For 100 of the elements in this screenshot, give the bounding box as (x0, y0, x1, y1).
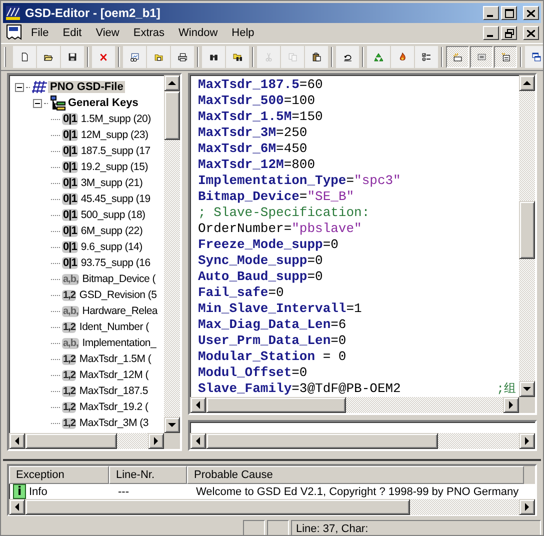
tree-item[interactable]: MaxTsdr_12M ( (78, 369, 150, 381)
window-title: GSD-Editor - [oem2_b1] (25, 6, 162, 20)
scroll-right-button[interactable] (519, 433, 535, 449)
triangle-left-icon (195, 401, 201, 409)
string-value: "pbslave" (292, 221, 362, 237)
column-header[interactable]: Line-Nr. (109, 466, 187, 484)
undo-icon (344, 54, 352, 62)
column-header[interactable]: Exception (9, 466, 109, 484)
scroll-thumb[interactable] (519, 201, 535, 260)
close-button[interactable] (523, 6, 539, 20)
type-badge: 1,2 (62, 354, 76, 364)
menu-item[interactable]: Help (226, 25, 260, 41)
tree-item[interactable]: 12M_supp (23) (80, 129, 150, 141)
code-comment: ;组 (496, 381, 517, 397)
close-button[interactable] (523, 26, 539, 40)
code-text: =6 (330, 317, 346, 333)
tree-item[interactable]: MaxTsdr_1.5M ( (78, 353, 152, 365)
grid-icon (32, 80, 48, 94)
tree-item[interactable]: Hardware_Relea (81, 305, 159, 317)
scroll-down-button[interactable] (164, 417, 180, 433)
code-text: = (346, 173, 354, 189)
maximize-button[interactable] (501, 6, 517, 20)
toolbar-button[interactable] (226, 46, 249, 68)
minimize-button[interactable] (483, 26, 499, 40)
tree-item[interactable]: 45.45_supp (19 (80, 193, 152, 205)
scroll-thumb[interactable] (206, 397, 346, 413)
code-text: = 0 (322, 349, 346, 365)
key-name: MaxTsdr_500 (198, 93, 284, 109)
minimize-button[interactable] (483, 6, 499, 20)
toolbar-button[interactable] (525, 46, 543, 68)
scroll-up-button[interactable] (519, 75, 535, 91)
toolbar-button[interactable] (305, 46, 328, 68)
menu-item[interactable]: Window (172, 25, 224, 41)
tree-item[interactable]: 6M_supp (22) (80, 225, 144, 237)
tree-item[interactable]: 93.75_supp (16 (80, 257, 152, 269)
toolbar-button[interactable] (13, 46, 36, 68)
toolbar-button[interactable] (37, 46, 60, 68)
menu-item[interactable]: View (90, 25, 126, 41)
scroll-right-button[interactable] (503, 397, 519, 413)
scroll-down-button[interactable] (519, 381, 535, 397)
type-badge: 0|1 (62, 257, 78, 269)
scroll-up-button[interactable] (164, 75, 180, 91)
triangle-right-icon (524, 503, 530, 511)
tree-item[interactable]: 3M_supp (21) (80, 177, 144, 189)
code-text: =60 (299, 77, 323, 93)
toolbar-button[interactable] (61, 46, 84, 68)
scroll-thumb[interactable] (25, 499, 410, 515)
tree-item[interactable]: MaxTsdr_19.2 ( (78, 401, 150, 413)
restore-button[interactable] (501, 26, 517, 40)
scroll-right-button[interactable] (519, 499, 535, 515)
printer-icon (178, 53, 187, 62)
scroll-left-button[interactable] (190, 397, 206, 413)
type-badge: 1,2 (62, 418, 76, 428)
scroll-left-button[interactable] (190, 433, 206, 449)
code-text: =0 (307, 269, 323, 285)
tree-item[interactable]: 19.2_supp (15) (80, 161, 149, 173)
tree-item[interactable]: Ident_Number ( (78, 321, 150, 333)
tree-item[interactable]: MaxTsdr_3M (3 (78, 417, 150, 429)
scroll-left-button[interactable] (9, 499, 25, 515)
toolbar-button[interactable] (336, 46, 359, 68)
table-cell-text: Info (29, 486, 48, 498)
key-name: Modular_Station (198, 349, 316, 365)
tree-item[interactable]: GSD_Revision (5 (78, 289, 158, 301)
tree-item[interactable]: Implementation_ (81, 337, 158, 349)
tree-item[interactable]: Bitmap_Device ( (81, 273, 157, 285)
toolbar-button[interactable] (171, 46, 194, 68)
collapse-icon[interactable] (33, 98, 42, 108)
toolbar-button[interactable] (202, 46, 225, 68)
menu-item[interactable]: File (25, 25, 55, 41)
scroll-right-button[interactable] (148, 433, 164, 449)
scroll-thumb[interactable] (25, 433, 118, 449)
toolbar-button[interactable] (123, 46, 146, 68)
tree-item[interactable]: 187.5_supp (17 (80, 145, 152, 157)
tree-item[interactable]: 500_supp (18) (80, 209, 146, 221)
type-badge: 1,2 (62, 290, 76, 300)
key-name: Bitmap_Device (198, 189, 300, 205)
delete-icon (100, 53, 108, 62)
tree-item[interactable]: PNO GSD-File (48, 81, 126, 93)
type-badge: a,b, (62, 338, 80, 348)
type-badge: 0|1 (62, 177, 78, 189)
code-text: =100 (284, 93, 316, 109)
scroll-thumb[interactable] (164, 91, 180, 140)
menu-item[interactable]: Edit (56, 25, 88, 41)
menu-item[interactable]: Extras (127, 25, 171, 41)
toolbar-button[interactable] (494, 46, 517, 68)
toolbar-button[interactable] (415, 46, 438, 68)
tree-item[interactable]: 9.6_supp (14) (80, 241, 144, 253)
flame-icon (400, 52, 406, 60)
tree-item[interactable]: 1.5M_supp (20) (80, 113, 152, 125)
collapse-icon[interactable] (15, 82, 24, 92)
code-text: =800 (284, 157, 316, 173)
document-icon[interactable] (5, 24, 23, 42)
triangle-down-icon (523, 386, 531, 392)
scroll-left-button[interactable] (9, 433, 25, 449)
scroll-thumb[interactable] (206, 433, 438, 449)
column-header[interactable]: Probable Cause (187, 466, 524, 484)
tree-item[interactable]: General Keys (66, 97, 140, 109)
code-text: =3@TdF@PB-OEM2 (292, 381, 401, 397)
key-name: MaxTsdr_187.5 (198, 77, 300, 93)
tree-item[interactable]: MaxTsdr_187.5 (78, 385, 149, 397)
